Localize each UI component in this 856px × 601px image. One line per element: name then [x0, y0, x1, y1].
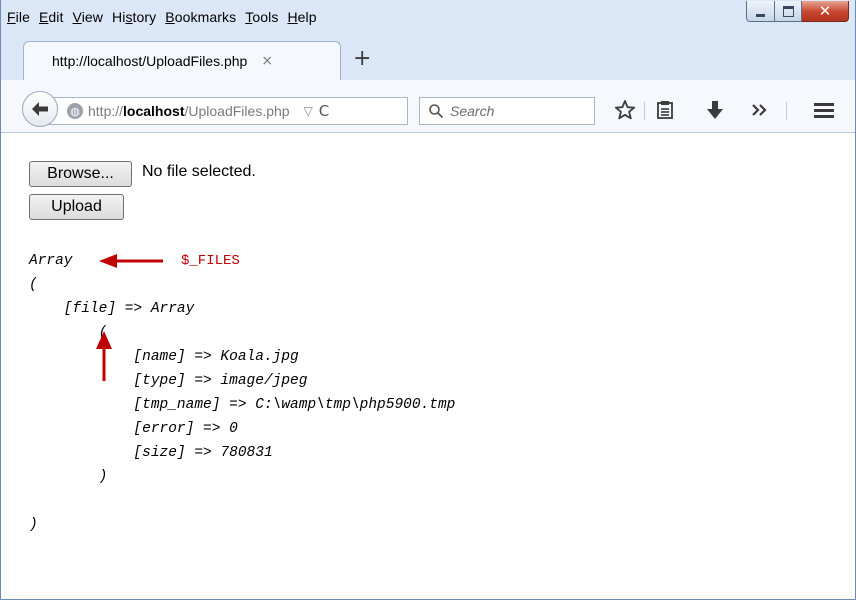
menu-bar: File Edit View History Bookmarks Tools H…: [1, 0, 707, 33]
search-input[interactable]: Search: [419, 97, 595, 125]
dump-line: Array: [29, 253, 73, 269]
dump-line: ): [29, 517, 38, 533]
menu-edit[interactable]: Edit: [39, 9, 64, 25]
window-caption-buttons: ✕: [746, 1, 849, 22]
minimize-button[interactable]: [746, 1, 775, 22]
files-array-dump: Array( [file] => Array ( [name] => Koala…: [29, 249, 455, 537]
search-placeholder: Search: [450, 103, 495, 119]
download-icon: [707, 101, 723, 119]
url-text[interactable]: http://localhost/UploadFiles.php: [88, 103, 290, 119]
open-menu-button[interactable]: [811, 97, 837, 123]
menu-file[interactable]: File: [7, 9, 30, 25]
upload-button[interactable]: Upload: [29, 194, 124, 220]
dump-line: ): [29, 469, 108, 485]
tab-close-icon[interactable]: ×: [261, 53, 273, 69]
toolbar-separator: [644, 102, 645, 120]
dump-line: [tmp_name] => C:\wamp\tmp\php5900.tmp: [29, 397, 456, 413]
reading-list-icon: [657, 101, 673, 119]
tab-strip: http://localhost/UploadFiles.php × +: [1, 33, 855, 80]
page-content: Browse... No file selected. Upload Array…: [1, 133, 855, 599]
menu-bookmarks[interactable]: Bookmarks: [165, 9, 236, 25]
browser-window: File Edit View History Bookmarks Tools H…: [0, 0, 856, 600]
url-dropdown-icon[interactable]: ▽: [304, 104, 313, 118]
dump-line: (: [29, 277, 38, 293]
menu-view[interactable]: View: [73, 9, 104, 25]
file-status-text: No file selected.: [142, 163, 256, 180]
tab-title: http://localhost/UploadFiles.php: [52, 53, 248, 69]
url-bar[interactable]: ◍ http://localhost/UploadFiles.php ▽ C: [45, 97, 408, 125]
annotation-arrow-up-icon: [96, 331, 112, 381]
menu-help[interactable]: Help: [287, 9, 316, 25]
new-tab-button[interactable]: +: [353, 47, 371, 71]
files-annotation-label: $_FILES: [181, 253, 240, 269]
close-window-button[interactable]: ✕: [802, 1, 849, 22]
browse-button[interactable]: Browse...: [29, 161, 132, 187]
annotation-arrow-left-icon: [99, 254, 163, 268]
dump-line: [29, 489, 455, 513]
reading-list-button[interactable]: [652, 97, 678, 123]
menu-history[interactable]: History: [112, 9, 156, 25]
overflow-button[interactable]: [747, 97, 773, 123]
hamburger-menu-icon: [814, 103, 834, 118]
downloads-button[interactable]: [702, 97, 728, 123]
back-button[interactable]: [22, 91, 58, 127]
bookmark-star-button[interactable]: [612, 97, 638, 123]
maximize-icon: [782, 5, 794, 17]
tab-uploadfiles[interactable]: http://localhost/UploadFiles.php ×: [23, 41, 341, 80]
minimize-icon: [756, 13, 765, 17]
back-arrow-icon: [32, 102, 48, 116]
toolbar-separator: [786, 102, 787, 120]
dump-line: [size] => 780831: [29, 445, 273, 461]
dump-line: [error] => 0: [29, 421, 238, 437]
close-icon: ✕: [818, 1, 832, 20]
search-icon: [429, 104, 444, 119]
overflow-chevron-icon: [752, 104, 767, 116]
dump-line: [file] => Array: [29, 301, 195, 317]
navigation-toolbar: ◍ http://localhost/UploadFiles.php ▽ C S…: [1, 80, 855, 133]
menu-tools[interactable]: Tools: [245, 9, 278, 25]
star-icon: [614, 100, 636, 120]
maximize-button[interactable]: [775, 1, 802, 22]
globe-icon[interactable]: ◍: [67, 103, 83, 119]
reload-icon[interactable]: C: [319, 102, 329, 120]
